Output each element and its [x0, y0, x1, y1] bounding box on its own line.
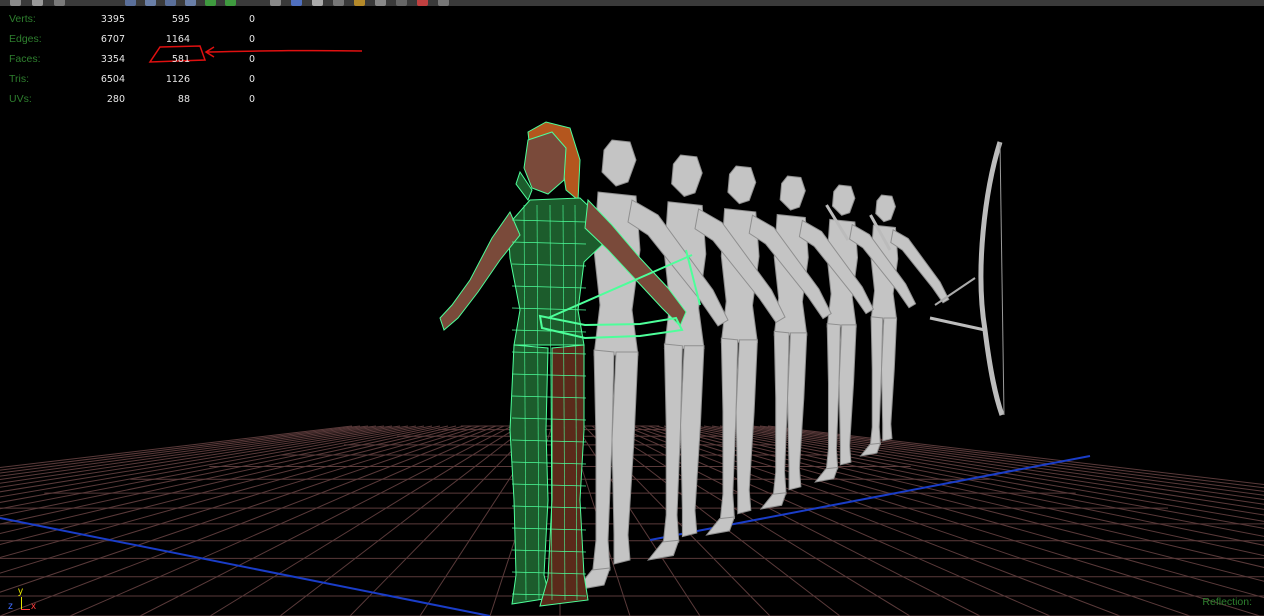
hud-value-components: 0 — [248, 54, 255, 65]
hud-row-faces: Faces: 3354 581 0 — [0, 53, 270, 73]
figure-foot — [759, 492, 787, 510]
archer-figure — [859, 194, 950, 457]
axis-y-label: y — [18, 586, 23, 597]
figure-foot — [859, 442, 882, 457]
head-mesh — [523, 131, 567, 195]
hud-value-selected: 595 — [171, 14, 190, 25]
grid-line — [349, 425, 537, 616]
grid-line — [209, 425, 521, 616]
hud-row-tris: Tris: 6504 1126 0 — [0, 73, 270, 93]
hud-value-selected: 1126 — [165, 74, 190, 85]
figure-head — [601, 139, 637, 187]
figure-head — [831, 184, 856, 216]
archer-figure — [646, 154, 786, 561]
hud-value-selected: 88 — [177, 94, 190, 105]
bow-model — [929, 141, 1005, 416]
figure-foot — [814, 466, 839, 483]
grid-line — [0, 425, 369, 474]
axis-x-label: x — [31, 601, 36, 612]
grid-line — [0, 425, 481, 574]
axis-z-label: z — [8, 601, 13, 612]
figure-head — [779, 175, 806, 211]
grid-line — [0, 425, 449, 525]
hud-label: Edges: — [9, 33, 42, 45]
hud-label: Tris: — [9, 73, 30, 85]
selected-archer-wireframe[interactable] — [439, 121, 701, 607]
figure-leg — [772, 330, 790, 501]
hud-row-edges: Edges: 6707 1164 0 — [0, 33, 270, 53]
hud-value-total: 6504 — [100, 74, 125, 85]
hud-value-total: 280 — [106, 94, 125, 105]
grid-line — [0, 425, 473, 559]
poly-count-hud: Verts: 3395 595 0 Edges: 6707 1164 0 Faces: 3354 5… — [0, 13, 270, 113]
figure-head — [727, 165, 757, 205]
hud-value-total: 6707 — [100, 34, 125, 45]
grid-line — [671, 425, 1264, 557]
hud-value-components: 0 — [248, 34, 255, 45]
hud-row-uvs: UVs: 280 88 0 — [0, 93, 270, 113]
left-leg-mesh — [509, 344, 551, 605]
archer-figure — [574, 139, 729, 591]
hud-value-components: 0 — [248, 74, 255, 85]
reflection-label: Reflection: — [1202, 596, 1252, 608]
archer-figure — [759, 175, 875, 510]
hud-value-components: 0 — [248, 14, 255, 25]
grid-line — [0, 425, 441, 517]
hud-value-total: 3395 — [100, 14, 125, 25]
hud-label: Verts: — [9, 13, 36, 25]
figure-head — [671, 154, 703, 197]
hud-value-total: 3354 — [100, 54, 125, 65]
hud-value-selected: 1164 — [165, 34, 190, 45]
figure-leg — [881, 317, 898, 442]
archer-figures — [574, 139, 950, 591]
hud-value-components: 0 — [248, 94, 255, 105]
figure-head — [875, 194, 896, 223]
left-arm-mesh — [439, 210, 521, 331]
hud-row-verts: Verts: 3395 595 0 — [0, 13, 270, 33]
figure-leg — [591, 349, 615, 579]
hud-label: Faces: — [9, 53, 41, 65]
hud-value-selected: 581 — [171, 54, 190, 65]
figure-leg — [869, 316, 884, 450]
figure-leg — [719, 337, 739, 526]
figure-leg — [662, 343, 683, 551]
hud-label: UVs: — [9, 93, 32, 105]
axis-x-line — [21, 609, 30, 610]
viewport-3d[interactable]: Verts: 3395 595 0 Edges: 6707 1164 0 Faces: 3354 5… — [0, 6, 1264, 616]
view-axis-indicator: y z x — [8, 586, 48, 616]
